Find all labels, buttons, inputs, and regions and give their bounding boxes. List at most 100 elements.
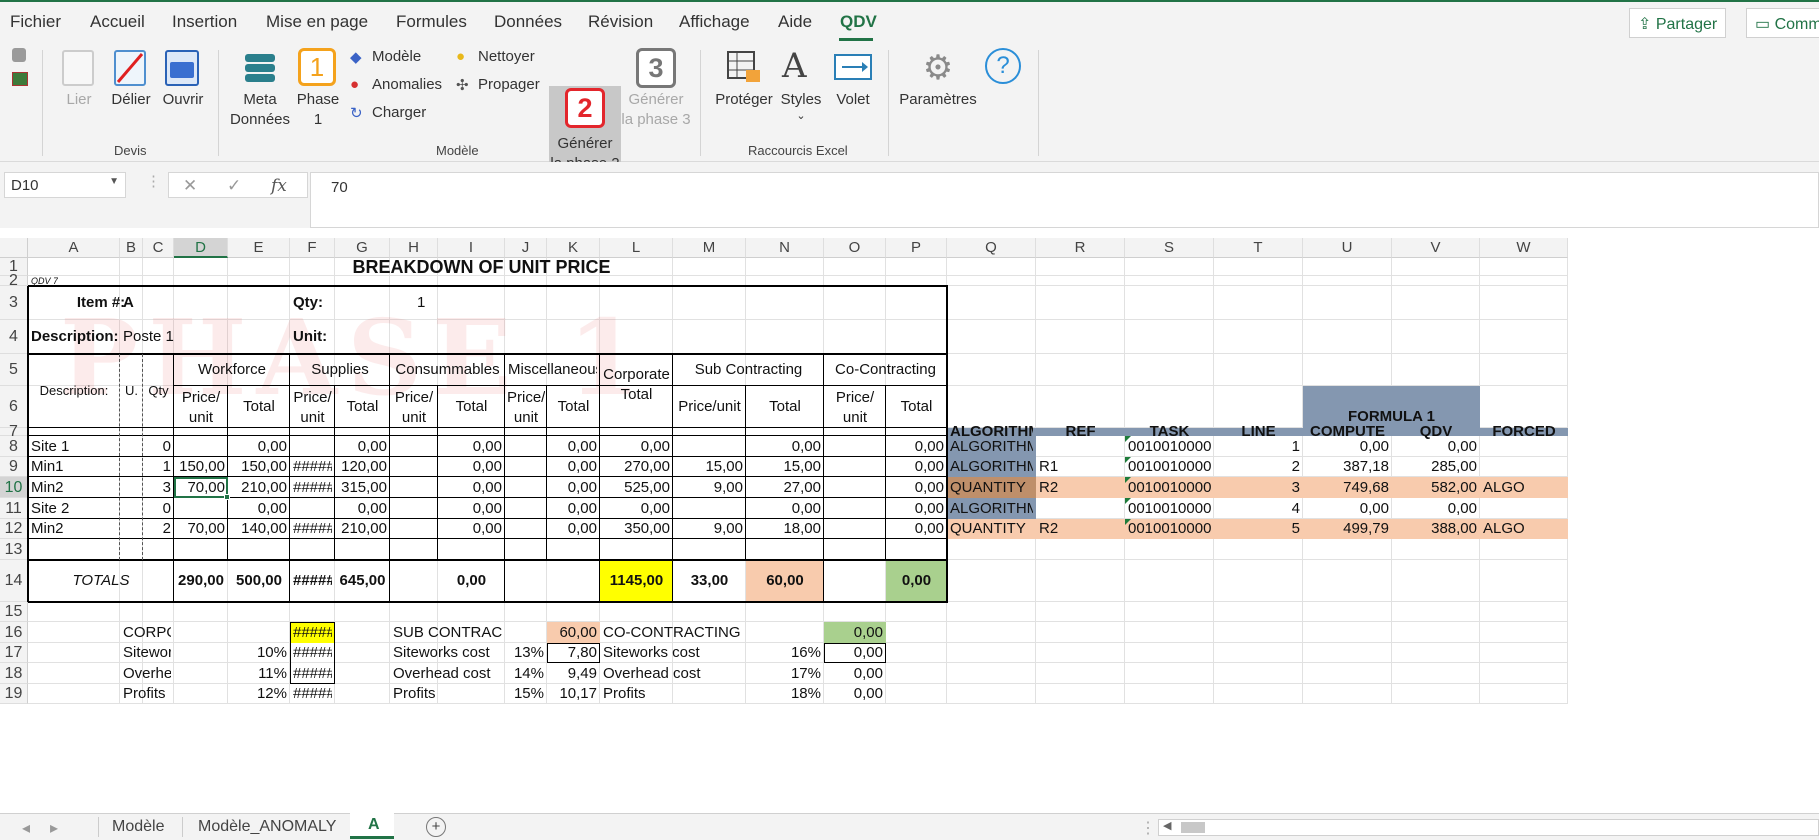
row-header-8[interactable]: 8 xyxy=(0,436,28,457)
share-button[interactable]: ⇪ Partager xyxy=(1629,8,1727,38)
sheet-tab-a-label: A xyxy=(368,816,380,833)
column-header-q[interactable]: Q xyxy=(947,238,1036,258)
border-h xyxy=(28,285,948,287)
row-header-4[interactable]: 4 xyxy=(0,320,28,354)
row-header-13[interactable]: 13 xyxy=(0,539,28,560)
row-header-3[interactable]: 3 xyxy=(0,286,28,320)
propager-label: Propager xyxy=(478,76,540,93)
horizontal-scrollbar[interactable]: ◀ xyxy=(1158,819,1819,836)
chevron-down-icon: ▼ xyxy=(109,176,119,187)
column-header-u[interactable]: U xyxy=(1303,238,1392,258)
row-header-11[interactable]: 11 xyxy=(0,498,28,519)
scroll-right-icon[interactable]: ▸ xyxy=(50,818,58,838)
tab-mise-en-page[interactable]: Mise en page xyxy=(266,12,368,32)
formula-input[interactable]: 70 xyxy=(310,172,1819,228)
ribbon-separator xyxy=(888,50,889,156)
border-v xyxy=(437,386,438,560)
column-header-a[interactable]: A xyxy=(28,238,120,258)
row-header-17[interactable]: 17 xyxy=(0,643,28,663)
cell-m: 9,00 xyxy=(713,478,743,496)
cell-desc: Min1 xyxy=(31,458,64,475)
tab-fichier[interactable]: Fichier xyxy=(10,12,61,32)
row-header-10[interactable]: 10 xyxy=(0,477,28,498)
column-header-j[interactable]: J xyxy=(505,238,547,258)
column-header-o[interactable]: O xyxy=(824,238,886,258)
comments-button[interactable]: ▭ Comm xyxy=(1746,8,1819,38)
tab-aide[interactable]: Aide xyxy=(778,12,812,32)
column-header-v[interactable]: V xyxy=(1392,238,1480,258)
group-raccourcis-label: Raccourcis Excel xyxy=(748,143,848,158)
protect-sheet-icon xyxy=(726,50,762,86)
tab-formules[interactable]: Formules xyxy=(396,12,467,32)
cell-i: 0,00 xyxy=(472,437,502,455)
column-header-b[interactable]: B xyxy=(120,238,143,258)
column-header-k[interactable]: K xyxy=(547,238,600,258)
row-header-19[interactable]: 19 xyxy=(0,684,28,704)
scrollbar-thumb[interactable] xyxy=(1181,822,1205,833)
cancel-icon[interactable]: ✕ xyxy=(183,176,197,196)
tab-accueil[interactable]: Accueil xyxy=(90,12,145,32)
fx-icon[interactable]: fx xyxy=(271,176,287,196)
tab-revision[interactable]: Révision xyxy=(588,12,653,32)
tab-donnees[interactable]: Données xyxy=(494,12,562,32)
row-header-9[interactable]: 9 xyxy=(0,457,28,477)
cube-icon[interactable] xyxy=(12,48,26,62)
column-header-r[interactable]: R xyxy=(1036,238,1125,258)
sheet-tab-modele-anomaly[interactable]: Modèle_ANOMALY xyxy=(198,818,336,836)
grid-app-icon[interactable] xyxy=(12,72,28,86)
qty-label: Qty: xyxy=(293,294,323,311)
column-header-f[interactable]: F xyxy=(290,238,335,258)
column-header-m[interactable]: M xyxy=(673,238,746,258)
border-h xyxy=(28,559,948,561)
column-header-e[interactable]: E xyxy=(228,238,290,258)
corporate-over-pct: 11% xyxy=(258,664,287,682)
corporate-label: CORPORATE xyxy=(123,623,171,641)
help-icon[interactable]: ? xyxy=(985,48,1021,84)
pane-icon xyxy=(834,54,872,80)
row-header-15[interactable]: 15 xyxy=(0,602,28,622)
row-header-14[interactable]: 14 xyxy=(0,560,28,602)
tab-affichage[interactable]: Affichage xyxy=(679,12,750,32)
cell-g: 315,00 xyxy=(341,478,387,496)
spreadsheet-grid[interactable]: ABCDEFGHIJKLMNOPQRSTUVW 1 2 3 4 5 6 7 8 9 10 11 12 1… xyxy=(0,228,1819,813)
column-header-h[interactable]: H xyxy=(390,238,438,258)
row-header-12[interactable]: 12 xyxy=(0,519,28,539)
border-v xyxy=(504,354,505,602)
column-header-t[interactable]: T xyxy=(1214,238,1303,258)
row-header-6[interactable]: 6 xyxy=(0,386,28,428)
column-header-d[interactable]: D xyxy=(174,238,228,258)
scroll-left-icon[interactable]: ◀ xyxy=(1163,819,1171,832)
row-header-7[interactable]: 7 xyxy=(0,424,28,440)
row-header-2[interactable]: 2 xyxy=(0,273,28,289)
anomaly-icon: ● xyxy=(350,76,360,93)
scroll-left-icon[interactable]: ◂ xyxy=(22,818,30,838)
row-header-18[interactable]: 18 xyxy=(0,663,28,684)
sheet-tab-a[interactable]: A xyxy=(350,813,394,839)
row-header-5[interactable]: 5 xyxy=(0,354,28,386)
name-box[interactable]: D10 ▼ xyxy=(4,172,126,198)
add-sheet-icon[interactable]: + xyxy=(426,817,446,837)
select-all-corner[interactable] xyxy=(0,238,28,258)
column-header-w[interactable]: W xyxy=(1480,238,1568,258)
ribbon-tabs: Fichier Accueil Insertion Mise en page F… xyxy=(0,2,1819,42)
qdv-cell: 285,00 xyxy=(1431,458,1477,475)
subc-value: 60,00 xyxy=(559,623,597,641)
hdr-price: Price/ xyxy=(293,389,332,406)
column-header-s[interactable]: S xyxy=(1125,238,1214,258)
enter-icon[interactable]: ✓ xyxy=(227,176,241,196)
tab-qdv[interactable]: QDV xyxy=(840,12,877,32)
row-header-16[interactable]: 16 xyxy=(0,622,28,643)
column-header-g[interactable]: G xyxy=(335,238,390,258)
column-header-l[interactable]: L xyxy=(600,238,673,258)
ribbon-separator xyxy=(700,50,701,156)
sheet-tab-bar: ◂ ▸ Modèle Modèle_ANOMALY A + ⋮ ◀ xyxy=(0,813,1819,840)
column-header-i[interactable]: I xyxy=(438,238,505,258)
column-header-n[interactable]: N xyxy=(746,238,824,258)
alg-cell: ALGORITHM 1 xyxy=(950,458,1033,475)
alg-cell: ALGORITHM 1 xyxy=(950,499,1033,517)
sheet-tab-modele[interactable]: Modèle xyxy=(112,818,164,836)
tab-insertion[interactable]: Insertion xyxy=(172,12,237,32)
compute-cell: 0,00 xyxy=(1359,499,1389,517)
column-header-p[interactable]: P xyxy=(886,238,947,258)
column-header-c[interactable]: C xyxy=(143,238,174,258)
